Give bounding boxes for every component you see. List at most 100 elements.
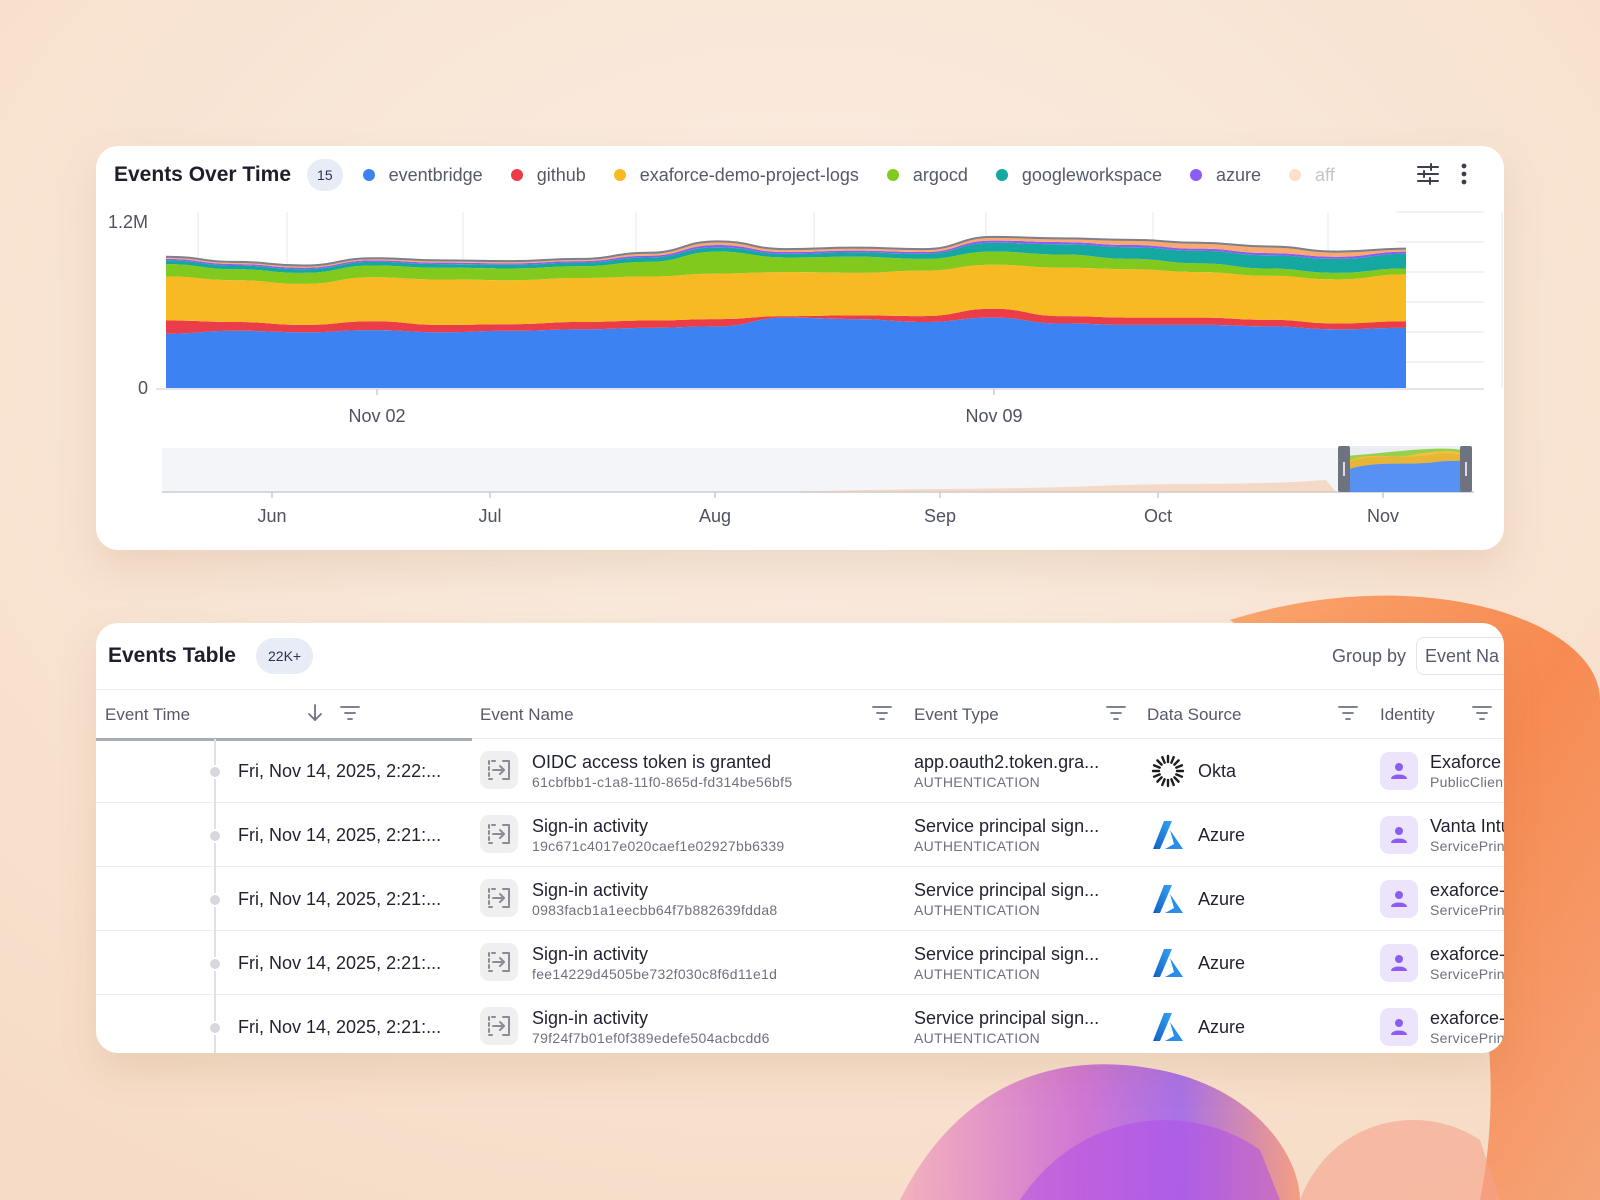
group-by-control: Group by Event Na bbox=[1332, 637, 1504, 675]
table-row[interactable]: Fri, Nov 14, 2025, 2:21:... Sign-in activ… bbox=[96, 867, 1504, 931]
table-column-headers: Event Time Event Name Event Type Data So… bbox=[96, 689, 1504, 741]
filter-icon[interactable] bbox=[872, 705, 892, 726]
table-row[interactable]: Fri, Nov 14, 2025, 2:21:... Sign-in activ… bbox=[96, 995, 1504, 1053]
event-exchange-icon bbox=[480, 879, 518, 917]
event-name[interactable]: Sign-in activity bbox=[532, 879, 648, 901]
azure-icon bbox=[1150, 817, 1186, 853]
filter-icon[interactable] bbox=[340, 705, 360, 726]
source-count-badge: 15 bbox=[307, 159, 343, 191]
data-source-name: Azure bbox=[1198, 824, 1246, 845]
events-table-card: Events Table 22K+ Group by Event Na Even… bbox=[96, 623, 1504, 1053]
table-title: Events Table bbox=[108, 644, 236, 667]
okta-icon bbox=[1150, 753, 1186, 789]
legend-label: googleworkspace bbox=[1021, 164, 1162, 185]
event-type: Service principal sign... bbox=[914, 1008, 1100, 1028]
table-row[interactable]: Fri, Nov 14, 2025, 2:22:... OIDC access t… bbox=[96, 739, 1504, 803]
event-type-cell: Service principal sign... AUTHENTICATION bbox=[914, 931, 1099, 995]
column-label: Event Type bbox=[914, 705, 999, 724]
kebab-menu-icon[interactable] bbox=[1450, 160, 1478, 188]
chart-header: Events Over Time 15 eventbridge github exa… bbox=[96, 146, 1504, 204]
identity-avatar-icon bbox=[1380, 816, 1418, 854]
identity-avatar-icon bbox=[1380, 880, 1418, 918]
data-source-name: Azure bbox=[1198, 888, 1246, 909]
event-type: Service principal sign... bbox=[914, 880, 1100, 900]
navigator-tick-label: Nov bbox=[1367, 506, 1399, 526]
table-row[interactable]: Fri, Nov 14, 2025, 2:21:... Sign-in activ… bbox=[96, 931, 1504, 995]
legend-item-googleworkspace[interactable]: googleworkspace bbox=[995, 164, 1162, 186]
column-header-identity[interactable]: Identity bbox=[1380, 690, 1504, 740]
event-name[interactable]: Sign-in activity bbox=[532, 1007, 648, 1029]
event-category: AUTHENTICATION bbox=[914, 1030, 1041, 1046]
event-time: Fri, Nov 14, 2025, 2:22:... bbox=[238, 760, 442, 781]
timeline-dot bbox=[208, 957, 222, 971]
event-category: AUTHENTICATION bbox=[914, 774, 1041, 790]
column-label: Event Name bbox=[480, 705, 574, 724]
chart-title: Events Over Time bbox=[114, 163, 292, 186]
timeline-dot bbox=[208, 1021, 222, 1035]
x-tick-label: Nov 02 bbox=[348, 406, 405, 426]
legend-item-exaforce-demo-project-logs[interactable]: exaforce-demo-project-logs bbox=[613, 165, 859, 186]
identity-name[interactable]: exaforce-demo-... bbox=[1430, 1007, 1504, 1029]
column-header-event-time[interactable]: Event Time bbox=[96, 690, 472, 741]
navigator-selection[interactable] bbox=[1342, 446, 1462, 492]
column-label: Identity bbox=[1380, 705, 1435, 724]
legend-item-eventbridge[interactable]: eventbridge bbox=[362, 165, 483, 186]
event-name-cell: Sign-in activity 19c671c4017e020caef1e029… bbox=[532, 803, 785, 867]
legend-item-azure[interactable]: azure bbox=[1189, 164, 1262, 186]
timeline-dot bbox=[208, 765, 222, 779]
group-by-label: Group by bbox=[1331, 645, 1406, 666]
column-header-event-type[interactable]: Event Type bbox=[914, 690, 1134, 740]
column-label: Event Time bbox=[105, 705, 191, 724]
event-name[interactable]: Sign-in activity bbox=[532, 815, 648, 837]
event-type: app.oauth2.token.gra... bbox=[914, 752, 1100, 772]
legend-item-github[interactable]: github bbox=[510, 165, 586, 186]
identity-avatar-icon bbox=[1380, 1008, 1418, 1046]
legend-swatch bbox=[995, 169, 1008, 181]
identity-name[interactable]: exaforce-forcepo... bbox=[1430, 879, 1504, 901]
column-header-event-name[interactable]: Event Name bbox=[480, 690, 898, 740]
event-name-cell: Sign-in activity 0983facb1a1eecbb64f7b882… bbox=[532, 867, 778, 931]
time-range-navigator[interactable]: Jun Jul Aug Sep Oct Nov bbox=[96, 440, 1504, 548]
event-name[interactable]: OIDC access token is granted bbox=[532, 751, 771, 773]
navigator-handle-left[interactable] bbox=[1338, 446, 1350, 492]
group-by-select[interactable]: Event Na bbox=[1416, 637, 1504, 675]
azure-icon bbox=[1150, 945, 1186, 981]
navigator-tick-label: Sep bbox=[924, 506, 956, 526]
navigator-tick-label: Aug bbox=[699, 506, 731, 526]
chart-legend: eventbridge github exaforce-demo-project-l… bbox=[362, 160, 1383, 190]
identity-detail: ServicePrincipal • 1ad bbox=[1430, 966, 1504, 982]
legend-item-aff[interactable]: aff bbox=[1289, 165, 1335, 186]
identity-name[interactable]: exaforce-accton-... bbox=[1430, 943, 1504, 965]
table-row[interactable]: Fri, Nov 14, 2025, 2:21:... Sign-in activ… bbox=[96, 803, 1504, 867]
event-time: Fri, Nov 14, 2025, 2:21:... bbox=[238, 824, 442, 845]
identity-name[interactable]: Vanta Intune bbox=[1430, 815, 1504, 837]
navigator-handle-right[interactable] bbox=[1460, 446, 1472, 492]
event-category: AUTHENTICATION bbox=[914, 838, 1041, 854]
legend-label: azure bbox=[1215, 164, 1262, 185]
event-category: AUTHENTICATION bbox=[914, 902, 1041, 918]
event-exchange-icon bbox=[480, 815, 518, 853]
filter-icon[interactable] bbox=[1106, 705, 1126, 726]
legend-label: aff bbox=[1315, 164, 1335, 185]
identity-name[interactable]: Exaforce (3) bbox=[1430, 751, 1504, 773]
legend-item-argocd[interactable]: argocd bbox=[886, 165, 968, 186]
event-name[interactable]: Sign-in activity bbox=[532, 943, 648, 965]
column-header-data-source[interactable]: Data Source bbox=[1147, 690, 1369, 740]
filter-icon[interactable] bbox=[1472, 705, 1492, 726]
event-type: Service principal sign... bbox=[914, 816, 1100, 836]
event-name-cell: Sign-in activity fee14229d4505be732f030c8… bbox=[532, 931, 777, 995]
data-source-name: Azure bbox=[1198, 1016, 1246, 1037]
sliders-icon[interactable] bbox=[1414, 160, 1442, 188]
azure-icon bbox=[1150, 881, 1186, 917]
events-over-time-card: Events Over Time 15 eventbridge github exa… bbox=[96, 146, 1504, 550]
identity-avatar-icon bbox=[1380, 752, 1418, 790]
column-label: Data Source bbox=[1147, 705, 1242, 724]
event-time: Fri, Nov 14, 2025, 2:21:... bbox=[238, 888, 442, 909]
event-time: Fri, Nov 14, 2025, 2:21:... bbox=[238, 1016, 442, 1037]
arrow-down-icon[interactable] bbox=[306, 703, 324, 728]
timeline-dot bbox=[208, 893, 222, 907]
filter-icon[interactable] bbox=[1338, 705, 1358, 726]
event-type-cell: Service principal sign... AUTHENTICATION bbox=[914, 995, 1099, 1053]
stacked-area-chart[interactable]: 0 1.2M Nov 02 Nov 09 bbox=[96, 202, 1504, 442]
event-type-cell: Service principal sign... AUTHENTICATION bbox=[914, 867, 1099, 931]
